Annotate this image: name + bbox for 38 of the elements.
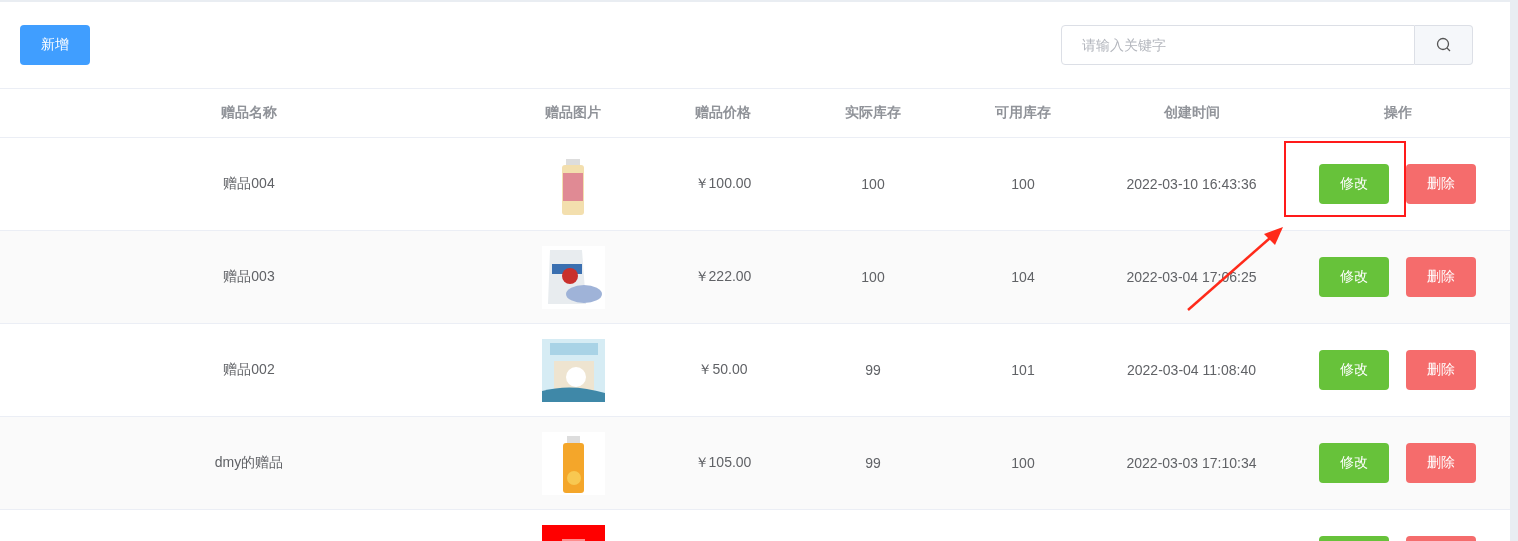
- table-cell: 99: [865, 455, 881, 471]
- table-cell: 赠品004: [223, 175, 275, 193]
- column-header: 赠品名称: [221, 104, 277, 122]
- edit-button[interactable]: 修改: [1319, 350, 1389, 390]
- table-cell: 100: [861, 269, 885, 285]
- table-cell: 100: [861, 176, 885, 192]
- delete-button[interactable]: 删除: [1406, 164, 1476, 204]
- table-cell: 2022-03-04 11:08:40: [1127, 362, 1256, 378]
- table-cell: ￥50.00: [698, 361, 748, 379]
- column-header: 赠品价格: [695, 104, 751, 122]
- table-cell: 101: [1011, 362, 1035, 378]
- edit-button[interactable]: 修改: [1319, 443, 1389, 483]
- table-cell: 2022-03-10 16:43:36: [1126, 176, 1257, 192]
- search-icon: [1435, 37, 1452, 53]
- column-header: 可用库存: [995, 104, 1051, 122]
- table-cell: 100: [1011, 455, 1035, 471]
- table-cell: 99: [865, 362, 881, 378]
- edit-button[interactable]: 修改: [1319, 257, 1389, 297]
- column-header: 创建时间: [1163, 104, 1220, 122]
- edit-button[interactable]: 修改: [1319, 164, 1389, 204]
- delete-button[interactable]: 删除: [1406, 443, 1476, 483]
- search-button[interactable]: [1415, 25, 1473, 65]
- column-header: 操作: [1383, 104, 1412, 122]
- table-cell: 赠品002: [223, 361, 275, 379]
- table-cell: 2022-03-03 17:10:34: [1126, 455, 1257, 471]
- table-cell: ￥100.00: [694, 175, 752, 193]
- table-cell: ￥105.00: [694, 454, 752, 472]
- search-field[interactable]: 请输入关键字: [1061, 25, 1415, 65]
- table-cell: 100: [1011, 176, 1035, 192]
- column-header: 赠品图片: [545, 104, 601, 122]
- table-cell: ￥222.00: [694, 268, 752, 286]
- table-cell: 104: [1011, 269, 1035, 285]
- delete-button[interactable]: 删除: [1406, 257, 1476, 297]
- delete-button[interactable]: 删除: [1406, 350, 1476, 390]
- table-cell: dmy的赠品: [214, 454, 284, 472]
- table-cell: 赠品003: [223, 268, 275, 286]
- add-button[interactable]: 新增: [20, 25, 90, 65]
- column-header: 实际库存: [845, 104, 901, 122]
